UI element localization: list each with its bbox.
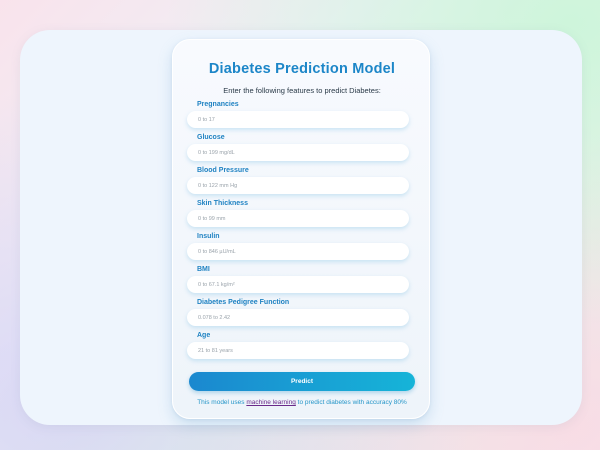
glucose-input[interactable] [187,144,409,161]
blood-pressure-input[interactable] [187,177,409,194]
skin-thickness-input[interactable] [187,210,409,227]
insulin-input[interactable] [187,243,409,260]
footer-suffix: to predict diabetes with accuracy 80% [295,399,407,406]
age-label: Age [197,332,211,339]
diabetes-pedigree-function-label: Diabetes Pedigree Function [197,299,290,306]
machine-learning-link[interactable]: machine learning [246,399,296,406]
age-input[interactable] [187,342,409,359]
prediction-form-card: Diabetes Prediction Model Enter the foll… [172,39,430,419]
skin-thickness-label: Skin Thickness [197,200,248,207]
blood-pressure-label: Blood Pressure [197,167,249,174]
diabetes-pedigree-function-input[interactable] [187,309,409,326]
model-accuracy-note: This model uses machine learning to pred… [173,399,431,406]
pregnancies-label: Pregnancies [197,101,239,108]
pregnancies-input[interactable] [187,111,409,128]
form-subtitle: Enter the following features to predict … [223,86,381,95]
insulin-label: Insulin [197,233,220,240]
form-title: Diabetes Prediction Model [208,61,396,77]
glucose-label: Glucose [197,134,225,141]
predict-button[interactable]: Predict [189,372,415,391]
bmi-input[interactable] [187,276,409,293]
footer-prefix: This model uses [197,399,247,406]
bmi-label: BMI [197,266,210,273]
